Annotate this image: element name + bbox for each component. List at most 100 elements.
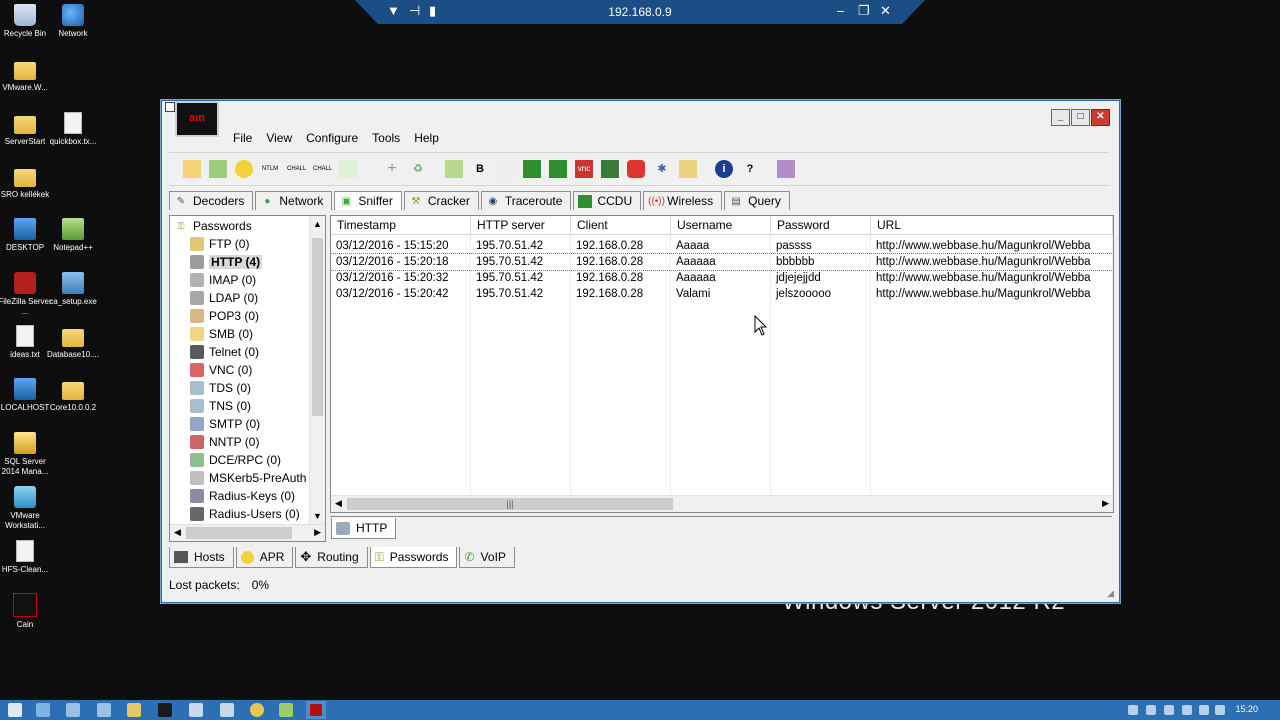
column-header[interactable]: URL (871, 216, 1113, 234)
desktop-icon[interactable]: VMware Workstati... (0, 486, 55, 531)
window-maximize-button[interactable]: □ (1071, 109, 1090, 126)
tab-voip[interactable]: ✆ VoIP (459, 547, 515, 568)
computer-icon[interactable] (97, 703, 111, 717)
tab-query[interactable]: ▤ Query (724, 191, 790, 210)
ntlm-auth-icon[interactable]: NTLM (261, 160, 279, 178)
info-icon[interactable]: i (715, 160, 733, 178)
desktop-icon[interactable]: Notepad++ (43, 218, 103, 253)
tree-item[interactable]: MSKerb5-PreAuth (174, 469, 325, 487)
table-row[interactable]: 03/12/2016 - 15:20:18 195.70.51.42 192.168… (331, 253, 1113, 271)
start-icon[interactable] (8, 703, 22, 717)
tab-sniffer[interactable]: ▣ Sniffer (334, 191, 402, 210)
tab-network[interactable]: ● Network (255, 191, 333, 210)
clock[interactable]: 15:20 (1235, 704, 1258, 714)
scroll-down-icon[interactable]: ▼ (310, 511, 325, 521)
tree-item[interactable]: NNTP (0) (174, 433, 325, 451)
window-minimize-button[interactable]: _ (1051, 109, 1070, 126)
scroll-left-icon[interactable]: ◀ (174, 527, 181, 538)
tree-root-passwords[interactable]: ⚿ Passwords (174, 217, 325, 235)
key-icon[interactable] (679, 160, 697, 178)
vnc-icon[interactable]: vnc (575, 160, 593, 178)
desktop-icon[interactable]: Network (43, 4, 103, 39)
restore-icon[interactable]: ❐ (858, 3, 870, 19)
monitor-icon[interactable] (339, 160, 357, 178)
decode-icon[interactable] (445, 160, 463, 178)
tab-apr[interactable]: APR (235, 547, 294, 568)
file-icon[interactable] (189, 703, 203, 717)
table-row[interactable]: 03/12/2016 - 15:15:20 195.70.51.42 192.168… (331, 238, 1113, 254)
tab-traceroute[interactable]: ◉ Traceroute (480, 191, 572, 210)
tab-decoders[interactable]: ✎ Decoders (169, 191, 254, 210)
window-close-button[interactable]: ✕ (1091, 109, 1110, 126)
desktop-icon[interactable]: SRO kellékek (0, 165, 55, 200)
scroll-right-icon[interactable]: ▶ (1102, 498, 1109, 509)
network-tray-icon[interactable] (1199, 705, 1209, 715)
tree-item[interactable]: TDS (0) (174, 379, 325, 397)
tree-item[interactable]: Telnet (0) (174, 343, 325, 361)
recycle-icon[interactable]: ♻ (409, 160, 427, 178)
menu-help[interactable]: Help (414, 131, 439, 147)
scroll-left-icon[interactable]: ◀ (335, 498, 342, 509)
pencil-icon[interactable] (497, 160, 515, 178)
desktop-icon[interactable]: Core10.0.0.2 (43, 378, 103, 413)
column-header[interactable]: HTTP server (471, 216, 571, 234)
table-row[interactable]: 03/12/2016 - 15:20:42 195.70.51.42 192.168… (331, 286, 1113, 302)
passwords-tree[interactable]: ⚿ Passwords FTP (0) HTTP (4) IMAP (0) LDAP (0… (169, 215, 326, 542)
server-manager-icon[interactable] (66, 703, 80, 717)
tray-icon[interactable] (1164, 705, 1174, 715)
table-row[interactable]: 03/12/2016 - 15:20:32 195.70.51.42 192.168… (331, 270, 1113, 286)
column-header[interactable]: Username (671, 216, 771, 234)
chall-spoof-ntlm-icon[interactable]: CHALL (313, 160, 332, 178)
tab-routing[interactable]: ✥ Routing (295, 547, 368, 568)
tray-icon[interactable] (1128, 705, 1138, 715)
system-menu-icon[interactable] (165, 102, 175, 112)
tab-wireless[interactable]: ((•)) Wireless (643, 191, 723, 210)
base64-icon[interactable]: B (471, 160, 489, 178)
chrome-icon[interactable] (250, 703, 264, 717)
tray-icon[interactable] (1146, 705, 1156, 715)
desktop-icon[interactable]: ca_setup.exe (43, 272, 103, 307)
add-icon[interactable]: + (383, 160, 401, 178)
tree-item[interactable]: HTTP (4) (174, 253, 325, 271)
ie-icon[interactable] (36, 703, 50, 717)
tab-ccdu[interactable]: CCDU (573, 191, 642, 210)
help-icon[interactable]: ? (741, 160, 759, 178)
chall-spoof-reset-icon[interactable]: CHALL (287, 160, 306, 178)
tree-item[interactable]: Radius-Keys (0) (174, 487, 325, 505)
tree-item[interactable]: IMAP (0) (174, 271, 325, 289)
tree-item[interactable]: SMTP (0) (174, 415, 325, 433)
exit-icon[interactable] (777, 160, 795, 178)
scroll-right-icon[interactable]: ▶ (314, 527, 321, 538)
close-icon[interactable]: ✕ (880, 3, 891, 19)
cain-taskbar-button[interactable] (306, 701, 326, 719)
tab-hosts[interactable]: Hosts (169, 547, 234, 568)
cisco-icon[interactable] (601, 160, 619, 178)
column-header[interactable]: Client (571, 216, 671, 234)
tree-horizontal-scrollbar[interactable]: ◀ ▶ (170, 524, 325, 541)
tree-item[interactable]: SMB (0) (174, 325, 325, 343)
open-folder-icon[interactable] (183, 160, 201, 178)
tree-item[interactable]: TNS (0) (174, 397, 325, 415)
column-header[interactable]: Password (771, 216, 871, 234)
start-apr-icon[interactable] (235, 160, 253, 178)
table-horizontal-scrollbar[interactable]: ◀ ||| ▶ (331, 495, 1113, 512)
start-sniffer-icon[interactable] (209, 160, 227, 178)
tree-item[interactable]: Radius-Users (0) (174, 505, 325, 523)
mpr-icon[interactable] (549, 160, 567, 178)
desktop-icon[interactable]: VMware.W... (0, 58, 55, 93)
menu-tools[interactable]: Tools (372, 131, 400, 147)
table-hscroll-thumb[interactable]: ||| (347, 498, 673, 510)
ntlm-hash-icon[interactable] (523, 160, 541, 178)
desktop-icon[interactable]: quickbox.tx... (43, 112, 103, 147)
tab-cracker[interactable]: ⚒ Cracker (403, 191, 479, 210)
cmd-icon[interactable] (158, 703, 172, 717)
tree-vertical-scrollbar[interactable]: ▲ ▼ (309, 216, 325, 524)
tray-icon[interactable] (1182, 705, 1192, 715)
scroll-up-icon[interactable]: ▲ (310, 219, 325, 229)
tree-item[interactable]: LDAP (0) (174, 289, 325, 307)
tab-passwords[interactable]: ⚿ Passwords (369, 547, 458, 568)
network-icon[interactable] (220, 703, 234, 717)
menu-file[interactable]: File (233, 131, 252, 147)
desktop-icon[interactable]: Cain (0, 593, 55, 630)
volume-icon[interactable] (1215, 705, 1225, 715)
